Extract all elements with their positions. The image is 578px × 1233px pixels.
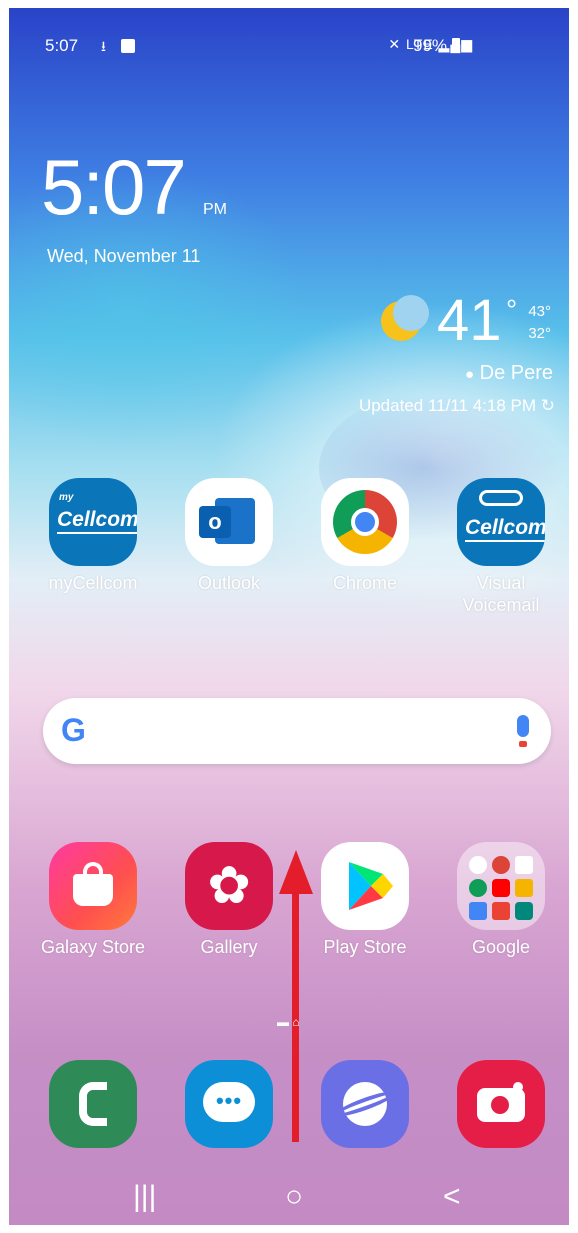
mycellcom-icon: my Cellcom (49, 478, 137, 566)
app-mycellcom[interactable]: my Cellcom myCellcom (33, 478, 153, 594)
clock-ampm: PM (203, 201, 227, 218)
app-label: Play Store (323, 937, 407, 957)
download-icon: ⭳ (101, 38, 106, 54)
page-indicator[interactable]: ▬ ⌂ (277, 1015, 300, 1029)
battery-icon (452, 38, 461, 52)
app-label: myCellcom (48, 573, 138, 593)
app-galaxy-store[interactable]: Galaxy Store (33, 842, 153, 958)
internet-icon (321, 1060, 409, 1148)
gallery-icon: ✿ (185, 842, 273, 930)
app-play-store[interactable]: Play Store (305, 842, 425, 958)
weather-low: 32° (528, 325, 551, 342)
app-chrome[interactable]: Chrome (305, 478, 425, 594)
app-visual-voicemail[interactable]: Cellcom Visual Voicemail (441, 478, 561, 616)
camera-icon (457, 1060, 545, 1148)
app-label: Chrome (332, 573, 398, 593)
mute-icon: ✕ (388, 36, 402, 52)
weather-updated[interactable]: Updated 11/11 4:18 PM ↻ (359, 396, 555, 416)
dock-messages[interactable]: ••• (169, 1060, 289, 1148)
weather-location[interactable]: ● De Pere (465, 362, 553, 385)
location-pin-icon: ● (465, 366, 475, 383)
app-outlook[interactable]: o Outlook (169, 478, 289, 594)
check-notification-icon (121, 39, 135, 53)
app-label: Galaxy Store (40, 937, 146, 957)
battery-level: 99% (413, 36, 461, 56)
app-label: Outlook (197, 573, 261, 593)
weather-high: 43° (528, 303, 551, 320)
dock-phone[interactable] (33, 1060, 153, 1148)
home-screen: 5:07 ⭳ ✕ LTE ▂▄▆ 99% 5:07 PM Wed, Novemb… (9, 8, 569, 1225)
voicemail-icon: Cellcom (457, 478, 545, 566)
galaxy-store-icon (49, 842, 137, 930)
phone-icon (49, 1060, 137, 1148)
chrome-icon (321, 478, 409, 566)
google-logo-icon: G (61, 712, 86, 748)
weather-temp[interactable]: 41 (437, 290, 502, 352)
app-label: Visual Voicemail (462, 573, 540, 615)
dock-internet[interactable] (305, 1060, 425, 1148)
messages-icon: ••• (185, 1060, 273, 1148)
app-gallery[interactable]: ✿ Gallery (169, 842, 289, 958)
google-folder[interactable]: Google (441, 842, 561, 958)
degree-symbol: ° (506, 294, 518, 325)
google-folder-icon (457, 842, 545, 930)
recent-apps-button[interactable]: ||| (133, 1180, 156, 1214)
microphone-icon[interactable] (517, 715, 529, 747)
play-store-icon (321, 842, 409, 930)
outlook-icon: o (185, 478, 273, 566)
refresh-icon[interactable]: ↻ (541, 396, 555, 415)
google-search-bar[interactable]: G (43, 698, 551, 764)
home-button[interactable]: ○ (285, 1180, 303, 1214)
moon-icon (381, 295, 429, 341)
status-bar: 5:07 ⭳ ✕ LTE ▂▄▆ 99% (9, 36, 569, 60)
clock-time[interactable]: 5:07 (41, 148, 187, 226)
back-button[interactable]: < (443, 1180, 461, 1214)
app-label: Google (471, 937, 531, 957)
app-label: Gallery (200, 937, 258, 957)
swipe-up-arrowhead (279, 850, 313, 894)
status-time: 5:07 (45, 36, 79, 55)
dock-camera[interactable] (441, 1060, 561, 1148)
clock-date[interactable]: Wed, November 11 (47, 246, 200, 267)
